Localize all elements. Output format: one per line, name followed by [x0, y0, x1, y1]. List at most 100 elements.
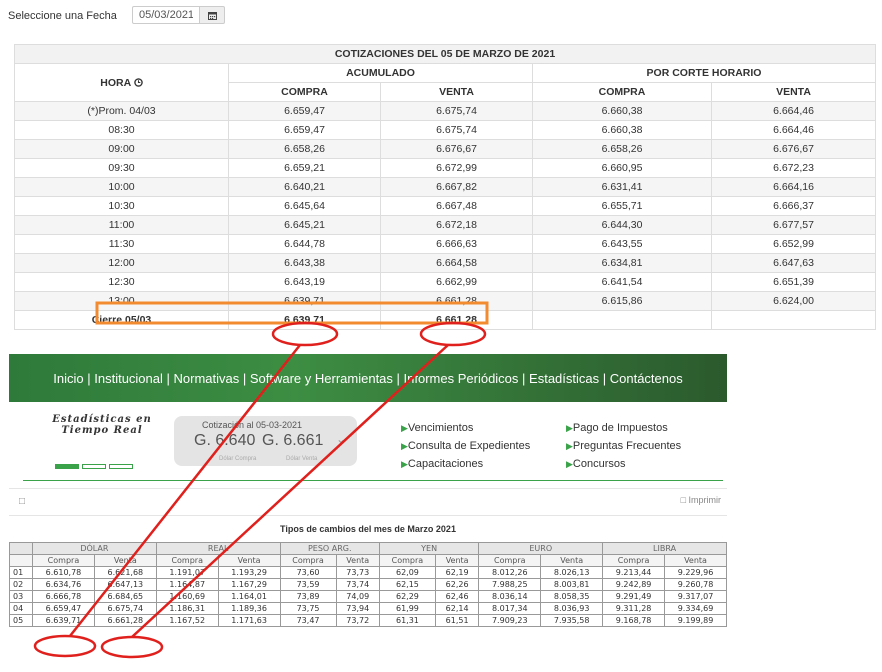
- day-cell: 05: [9, 614, 33, 627]
- corte-venta-header: VENTA: [711, 82, 876, 102]
- date-input[interactable]: [132, 6, 200, 24]
- quotes-row: (*)Prom. 04/03 6.659,47 6.675,74 6.660,38 6.…: [14, 101, 876, 121]
- acum-compra-header: COMPRA: [228, 82, 381, 102]
- calendar-button[interactable]: [200, 6, 225, 24]
- cell-acum-venta: 6.664,58: [380, 253, 533, 273]
- corte-header: POR CORTE HORARIO: [532, 63, 876, 83]
- close-label: Cierre 05/03: [14, 310, 229, 330]
- cell-acum-compra: 6.659,47: [228, 101, 381, 121]
- currency-header: YEN: [378, 542, 480, 555]
- quick-link-label: Vencimientos: [407, 422, 474, 434]
- currency-header: DÓLAR: [32, 542, 157, 555]
- rate-cell: 6.610,78: [32, 566, 95, 579]
- close-venta: 6.661,28: [380, 310, 533, 330]
- rate-cell: 8.012,26: [478, 566, 542, 579]
- cotizacion-venta-label: Dólar Venta: [286, 456, 318, 462]
- monthly-row: 01 6.610,78 6.621,68 1.191,07 1.193,29 73,60 7…: [9, 566, 727, 579]
- rate-cell: 9.334,69: [664, 602, 727, 615]
- rate-cell: 8.036,93: [540, 602, 604, 615]
- cell-acum-venta: 6.675,74: [380, 101, 533, 121]
- divider: [23, 480, 723, 481]
- cell-hora: 12:00: [14, 253, 229, 273]
- rate-cell: 6.675,74: [93, 602, 157, 615]
- chevron-down-icon[interactable]: ⌄: [336, 432, 346, 446]
- cell-corte-compra: 6.644,30: [532, 215, 712, 235]
- rate-cell: 73,60: [279, 566, 337, 579]
- nav-separator: |: [83, 370, 95, 386]
- currency-header: REAL: [155, 542, 281, 555]
- rate-cell: 1.160,69: [155, 590, 219, 603]
- venta-subheader: Venta: [434, 554, 480, 567]
- rate-cell: 73,94: [335, 602, 380, 615]
- cell-acum-venta: 6.666,63: [380, 234, 533, 254]
- carousel-indicator[interactable]: [109, 464, 133, 469]
- cell-acum-venta: 6.672,99: [380, 158, 533, 178]
- nav-item[interactable]: Contáctenos: [610, 371, 683, 386]
- rate-cell: 7.909,23: [478, 614, 542, 627]
- cell-corte-venta: 6.672,23: [711, 158, 876, 178]
- cell-hora: 08:30: [14, 120, 229, 140]
- monthly-row: 05 6.639,71 6.661,28 1.167,52 1.171,63 73,47 7…: [9, 614, 727, 627]
- nav-separator: |: [239, 370, 250, 386]
- rate-cell: 9.311,28: [602, 602, 666, 615]
- cell-corte-venta: 6.647,63: [711, 253, 876, 273]
- cell-hora: 11:30: [14, 234, 229, 254]
- quick-link[interactable]: ▶Capacitaciones: [401, 455, 530, 473]
- quick-link[interactable]: ▶Pago de Impuestos: [566, 419, 681, 437]
- print-link[interactable]: □ Imprimir: [681, 495, 721, 505]
- quick-link[interactable]: ▶Consulta de Expedientes: [401, 437, 530, 455]
- cotizacion-title: Cotización al 05-03-2021: [202, 420, 303, 430]
- cell-corte-venta: 6.624,00: [711, 291, 876, 311]
- compra-subheader: Compra: [378, 554, 436, 567]
- cell-acum-venta: 6.676,67: [380, 139, 533, 159]
- venta-subheader: Venta: [217, 554, 281, 567]
- rate-cell: 6.666,78: [32, 590, 95, 603]
- triangle-right-icon: ▶: [401, 441, 408, 451]
- nav-item[interactable]: Software y Herramientas: [250, 371, 393, 386]
- cell-acum-venta: 6.662,99: [380, 272, 533, 292]
- rate-cell: 61,51: [434, 614, 480, 627]
- cell-acum-venta: 6.667,48: [380, 196, 533, 216]
- nav-item[interactable]: Institucional: [94, 371, 163, 386]
- cell-hora: 11:00: [14, 215, 229, 235]
- rate-cell: 8.017,34: [478, 602, 542, 615]
- currency-header: PESO ARG.: [279, 542, 380, 555]
- rate-cell: 61,31: [378, 614, 436, 627]
- close-row: Cierre 05/03 6.639,71 6.661,28: [14, 310, 876, 330]
- cell-acum-venta: 6.661,28: [380, 291, 533, 311]
- rate-cell: 62,46: [434, 590, 480, 603]
- rate-cell: 1.191,07: [155, 566, 219, 579]
- carousel-indicator[interactable]: [82, 464, 106, 469]
- rate-cell: 8.026,13: [540, 566, 604, 579]
- rate-cell: 1.164,87: [155, 578, 219, 591]
- rate-cell: 1.164,01: [217, 590, 281, 603]
- cell-corte-compra: 6.641,54: [532, 272, 712, 292]
- carousel-indicator-active[interactable]: [55, 464, 79, 469]
- cell-hora: 12:30: [14, 272, 229, 292]
- rate-cell: 6.634,76: [32, 578, 95, 591]
- stats-title: Estadísticas en Tiempo Real: [52, 414, 152, 436]
- hour-header: HORA: [14, 63, 229, 102]
- rate-cell: 1.171,63: [217, 614, 281, 627]
- quick-link[interactable]: ▶Preguntas Frecuentes: [566, 437, 681, 455]
- cell-hora: (*)Prom. 04/03: [14, 101, 229, 121]
- nav-item[interactable]: Inicio: [53, 371, 83, 386]
- nav-item[interactable]: Estadísticas: [529, 371, 599, 386]
- quick-link[interactable]: ▶Vencimientos: [401, 419, 530, 437]
- rate-cell: 1.189,36: [217, 602, 281, 615]
- cell-corte-compra: 6.643,55: [532, 234, 712, 254]
- rate-cell: 7.988,25: [478, 578, 542, 591]
- quotes-row: 13:00 6.639,71 6.661,28 6.615,86 6.624,00: [14, 291, 876, 311]
- nav-item[interactable]: Informes Periódicos: [404, 371, 519, 386]
- quick-link[interactable]: ▶Concursos: [566, 455, 681, 473]
- monthly-table-title: Tipos de cambios del mes de Marzo 2021: [280, 524, 456, 534]
- nav-item[interactable]: Normativas: [174, 371, 240, 386]
- rate-cell: 8.036,14: [478, 590, 542, 603]
- nav-separator: |: [518, 370, 530, 386]
- cell-corte-compra: 6.655,71: [532, 196, 712, 216]
- day-cell: 04: [9, 602, 33, 615]
- rate-cell: 73,47: [279, 614, 337, 627]
- embedded-site-screenshot: Inicio | Institucional | Normativas | So…: [9, 354, 727, 672]
- compra-subheader: Compra: [478, 554, 542, 567]
- compra-subheader: Compra: [32, 554, 95, 567]
